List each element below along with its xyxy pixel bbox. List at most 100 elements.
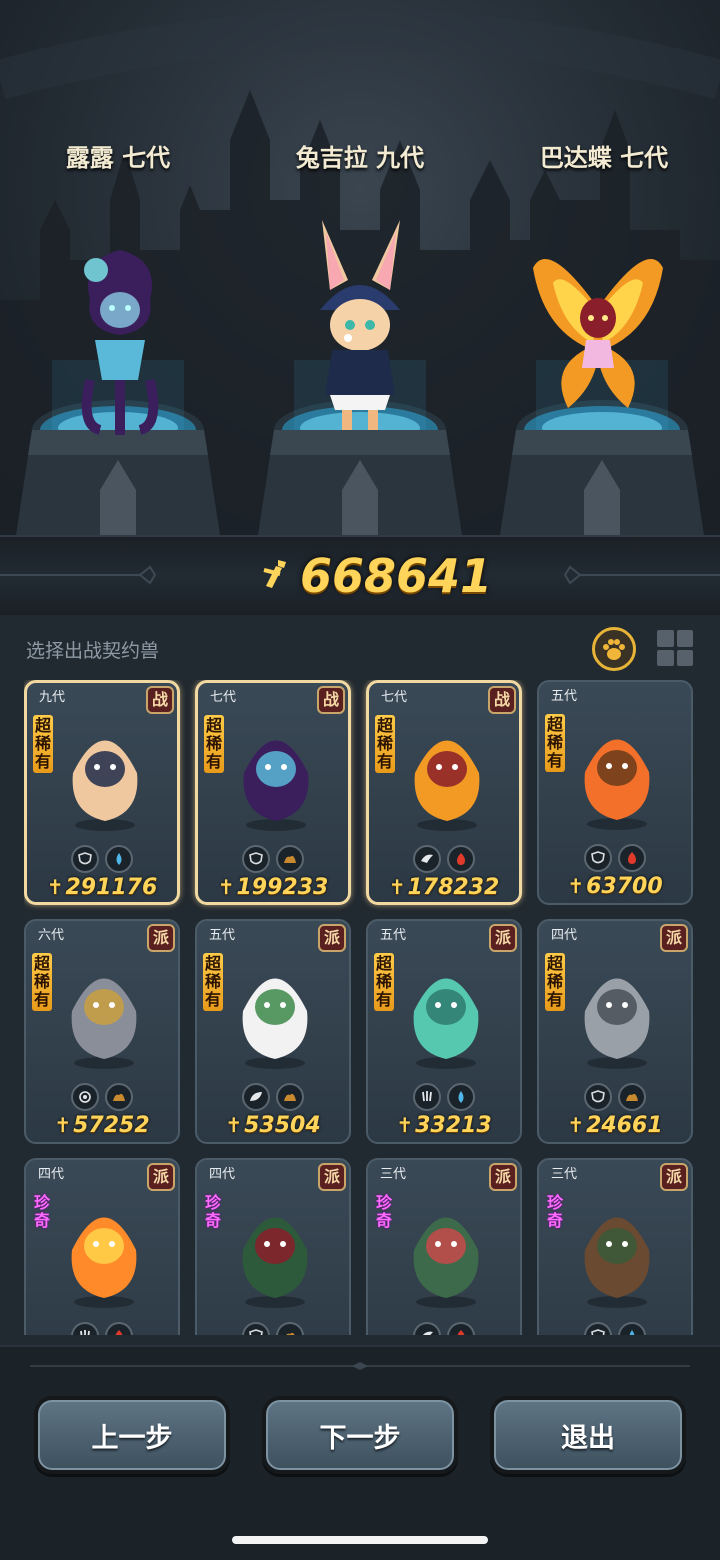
creature-card[interactable]: 七代战超稀有 ✝199233	[195, 680, 351, 905]
generation-label: 四代	[38, 1167, 65, 1182]
team-slot-name: 巴达蝶 七代	[539, 144, 669, 172]
generation-label: 四代	[209, 1167, 236, 1182]
card-power-value: 199233	[236, 875, 329, 900]
home-indicator	[232, 1536, 488, 1544]
generation-label: 七代	[381, 690, 408, 705]
power-sword-icon	[263, 560, 286, 588]
card-power: ✝33213	[396, 1113, 492, 1138]
creature-card[interactable]: 四代派珍奇	[24, 1158, 180, 1335]
attribute-icons	[539, 1083, 691, 1111]
creature-card[interactable]: 五代派超稀有 ✝53504	[195, 919, 351, 1144]
water-drop-icon	[105, 845, 133, 873]
wing-icon	[413, 1322, 441, 1335]
creature-portrait	[242, 978, 308, 1069]
water-drop-icon	[618, 1322, 646, 1335]
creature-card[interactable]: 七代战超稀有 ✝178232	[366, 680, 522, 905]
water-drop-icon	[447, 1083, 475, 1111]
creature-portrait	[242, 1217, 308, 1308]
team-slot-name: 兔吉拉 九代	[295, 144, 425, 172]
creature-card[interactable]: 三代派珍奇	[537, 1158, 693, 1335]
section-label: 选择出战契约兽	[26, 640, 160, 662]
paw-filter-button[interactable]	[592, 627, 636, 671]
total-power-value: 668641	[300, 549, 493, 603]
attribute-icons	[368, 1083, 520, 1111]
role-badge: 派	[318, 1163, 346, 1191]
shield-icon	[242, 845, 270, 873]
card-power-value: 178232	[407, 875, 500, 900]
shield-icon	[71, 845, 99, 873]
creature-portrait	[71, 978, 137, 1069]
card-power-value: 63700	[586, 874, 663, 899]
fire-icon	[105, 1322, 133, 1335]
card-power: ✝178232	[388, 875, 500, 900]
team-slot-2[interactable]: 兔吉拉 九代	[240, 0, 480, 535]
generation-label: 五代	[209, 928, 236, 943]
card-power: ✝291176	[46, 875, 158, 900]
attribute-icons	[197, 1083, 349, 1111]
creature-portrait	[71, 1217, 137, 1308]
creature-card[interactable]: 九代战超稀有 ✝291176	[24, 680, 180, 905]
creature-card[interactable]: 五代超稀有 ✝63700	[537, 680, 693, 905]
divider	[30, 1362, 690, 1370]
attribute-icons	[539, 1322, 691, 1335]
generation-label: 五代	[380, 928, 407, 943]
next-step-button[interactable]: 下一步	[262, 1396, 458, 1474]
creature-portrait	[584, 1217, 650, 1308]
earth-icon	[276, 1083, 304, 1111]
card-power: ✝63700	[567, 874, 663, 899]
creature-card[interactable]: 四代派珍奇	[195, 1158, 351, 1335]
generation-label: 五代	[551, 689, 578, 704]
role-badge: 派	[147, 924, 175, 952]
creature-card[interactable]: 六代派超稀有 ✝57252	[24, 919, 180, 1144]
earth-icon	[618, 1083, 646, 1111]
generation-label: 七代	[210, 690, 237, 705]
shield-icon	[584, 1083, 612, 1111]
attribute-icons	[369, 845, 519, 873]
tujila-creature	[320, 220, 400, 430]
shield-icon	[242, 1322, 270, 1335]
role-badge: 战	[488, 686, 516, 714]
creature-card[interactable]: 五代派超稀有 ✝33213	[366, 919, 522, 1144]
role-badge: 派	[489, 924, 517, 952]
leaf-icon	[242, 1083, 270, 1111]
exit-button[interactable]: 退出	[490, 1396, 686, 1474]
creature-portrait	[584, 739, 650, 830]
grid-icon-cell	[676, 630, 693, 647]
card-power: ✝53504	[225, 1113, 321, 1138]
attribute-icons	[539, 844, 691, 872]
eye-icon	[71, 1083, 99, 1111]
card-power-value: 53504	[244, 1113, 321, 1138]
paw-icon	[603, 639, 625, 660]
fire-icon	[447, 1322, 475, 1335]
claw-icon	[413, 1083, 441, 1111]
attribute-icons	[368, 1322, 520, 1335]
creature-portrait	[72, 740, 138, 831]
team-slot-name: 露露 七代	[65, 144, 171, 172]
creature-card[interactable]: 四代派超稀有 ✝24661	[537, 919, 693, 1144]
role-badge: 派	[489, 1163, 517, 1191]
creature-portrait	[584, 978, 650, 1069]
generation-label: 三代	[551, 1167, 578, 1182]
creature-portrait	[414, 740, 480, 831]
lulu-creature	[81, 250, 159, 435]
creature-card[interactable]: 三代派珍奇	[366, 1158, 522, 1335]
attribute-icons	[26, 1322, 178, 1335]
grid-icon-cell	[657, 649, 674, 666]
card-power: ✝24661	[567, 1113, 663, 1138]
role-badge: 战	[146, 686, 174, 714]
prev-step-button[interactable]: 上一步	[34, 1396, 230, 1474]
team-slot-3[interactable]: 巴达蝶 七代	[480, 0, 720, 535]
attribute-icons	[26, 1083, 178, 1111]
team-power-bar: 668641	[0, 535, 720, 617]
card-power-value: 24661	[586, 1113, 663, 1138]
grid-view-button[interactable]	[655, 628, 695, 668]
team-slot-1[interactable]: 露露 七代	[0, 0, 240, 535]
role-badge: 派	[147, 1163, 175, 1191]
fire-icon	[618, 844, 646, 872]
generation-label: 三代	[380, 1167, 407, 1182]
attribute-icons	[27, 845, 177, 873]
generation-label: 九代	[39, 690, 66, 705]
earth-icon	[276, 1322, 304, 1335]
card-power-value: 33213	[415, 1113, 492, 1138]
claw-icon	[71, 1322, 99, 1335]
